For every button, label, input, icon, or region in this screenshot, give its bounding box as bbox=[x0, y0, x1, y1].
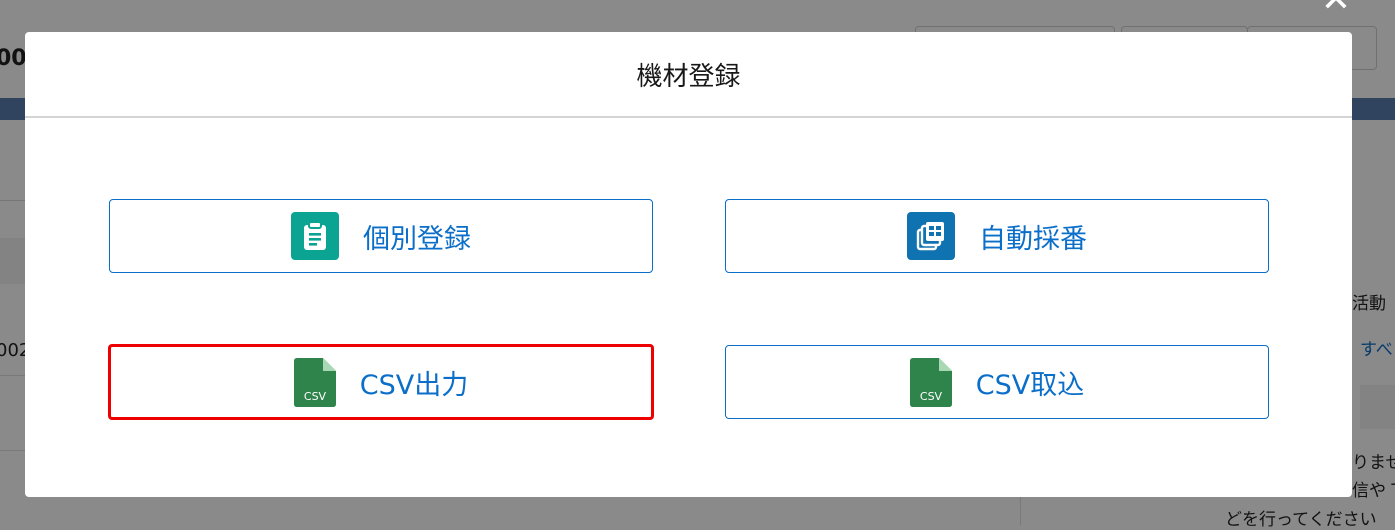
csv-icon-text: CSV bbox=[304, 390, 327, 403]
close-icon[interactable]: ✕ bbox=[1316, 0, 1356, 20]
csv-file-icon: CSV bbox=[293, 357, 336, 407]
csv-file-icon: CSV bbox=[909, 357, 952, 407]
stacked-pages-icon bbox=[907, 212, 955, 260]
clipboard-icon bbox=[291, 212, 339, 260]
individual-registration-label: 個別登録 bbox=[363, 223, 471, 255]
equipment-registration-modal: 機材登録 個別登録 自動採番 CSV CSV出力 CSV CSV取込 bbox=[25, 32, 1352, 497]
csv-import-button[interactable]: CSV CSV取込 bbox=[725, 345, 1269, 419]
modal-title: 機材登録 bbox=[636, 61, 741, 92]
modal-header: 機材登録 bbox=[25, 32, 1352, 118]
csv-icon-text: CSV bbox=[920, 390, 943, 403]
csv-export-label: CSV出力 bbox=[359, 369, 469, 401]
auto-numbering-button[interactable]: 自動採番 bbox=[725, 199, 1269, 273]
csv-import-label: CSV取込 bbox=[975, 369, 1085, 401]
csv-export-button[interactable]: CSV CSV出力 bbox=[108, 344, 654, 420]
auto-numbering-label: 自動採番 bbox=[979, 223, 1087, 255]
individual-registration-button[interactable]: 個別登録 bbox=[109, 199, 653, 273]
